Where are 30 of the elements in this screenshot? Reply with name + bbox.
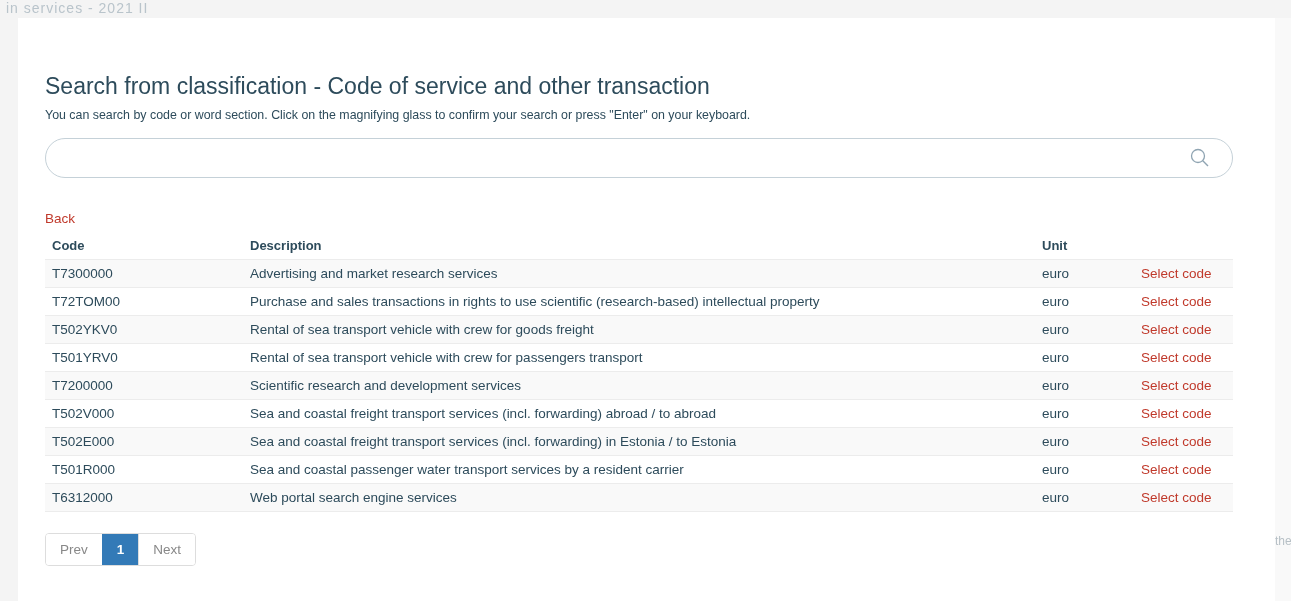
unit-cell: euro bbox=[1035, 315, 1134, 344]
select-code-link[interactable]: Select code bbox=[1141, 462, 1212, 477]
column-header: Unit bbox=[1035, 231, 1134, 260]
select-code-link[interactable]: Select code bbox=[1141, 294, 1212, 309]
description-cell: Sea and coastal freight transport services (incl. forwarding) in Estonia / to Estonia bbox=[243, 427, 1035, 456]
unit-cell: euro bbox=[1035, 371, 1134, 400]
unit-cell: euro bbox=[1035, 483, 1134, 512]
background-text: the bbox=[1275, 534, 1291, 548]
column-header: Description bbox=[243, 231, 1035, 260]
pagination-button[interactable]: 1 bbox=[101, 534, 139, 565]
unit-cell: euro bbox=[1035, 259, 1134, 288]
description-cell: Scientific research and development services bbox=[243, 371, 1035, 400]
code-cell: T7200000 bbox=[45, 371, 243, 400]
select-code-link[interactable]: Select code bbox=[1141, 350, 1212, 365]
search-icon[interactable] bbox=[1190, 148, 1210, 168]
code-cell: T6312000 bbox=[45, 483, 243, 512]
description-cell: Advertising and market research services bbox=[243, 259, 1035, 288]
select-code-link[interactable]: Select code bbox=[1141, 406, 1212, 421]
column-header: Code bbox=[45, 231, 243, 260]
code-cell: T502E000 bbox=[45, 427, 243, 456]
code-cell: T7300000 bbox=[45, 259, 243, 288]
pagination-button[interactable]: Next bbox=[138, 534, 196, 565]
description-cell: Web portal search engine services bbox=[243, 483, 1035, 512]
page-heading: in services - 2021 II bbox=[6, 0, 149, 16]
back-link[interactable]: Back bbox=[45, 211, 75, 226]
instruction-text: You can search by code or word section. Click on the magnifying glass to confirm your search or press "Enter" on your keyboard. bbox=[45, 108, 752, 122]
dialog-title: Search from classification - Code of service and other transaction bbox=[45, 73, 711, 100]
code-cell: T502YKV0 bbox=[45, 315, 243, 344]
unit-cell: euro bbox=[1035, 427, 1134, 456]
description-cell: Rental of sea transport vehicle with crew for goods freight bbox=[243, 315, 1035, 344]
